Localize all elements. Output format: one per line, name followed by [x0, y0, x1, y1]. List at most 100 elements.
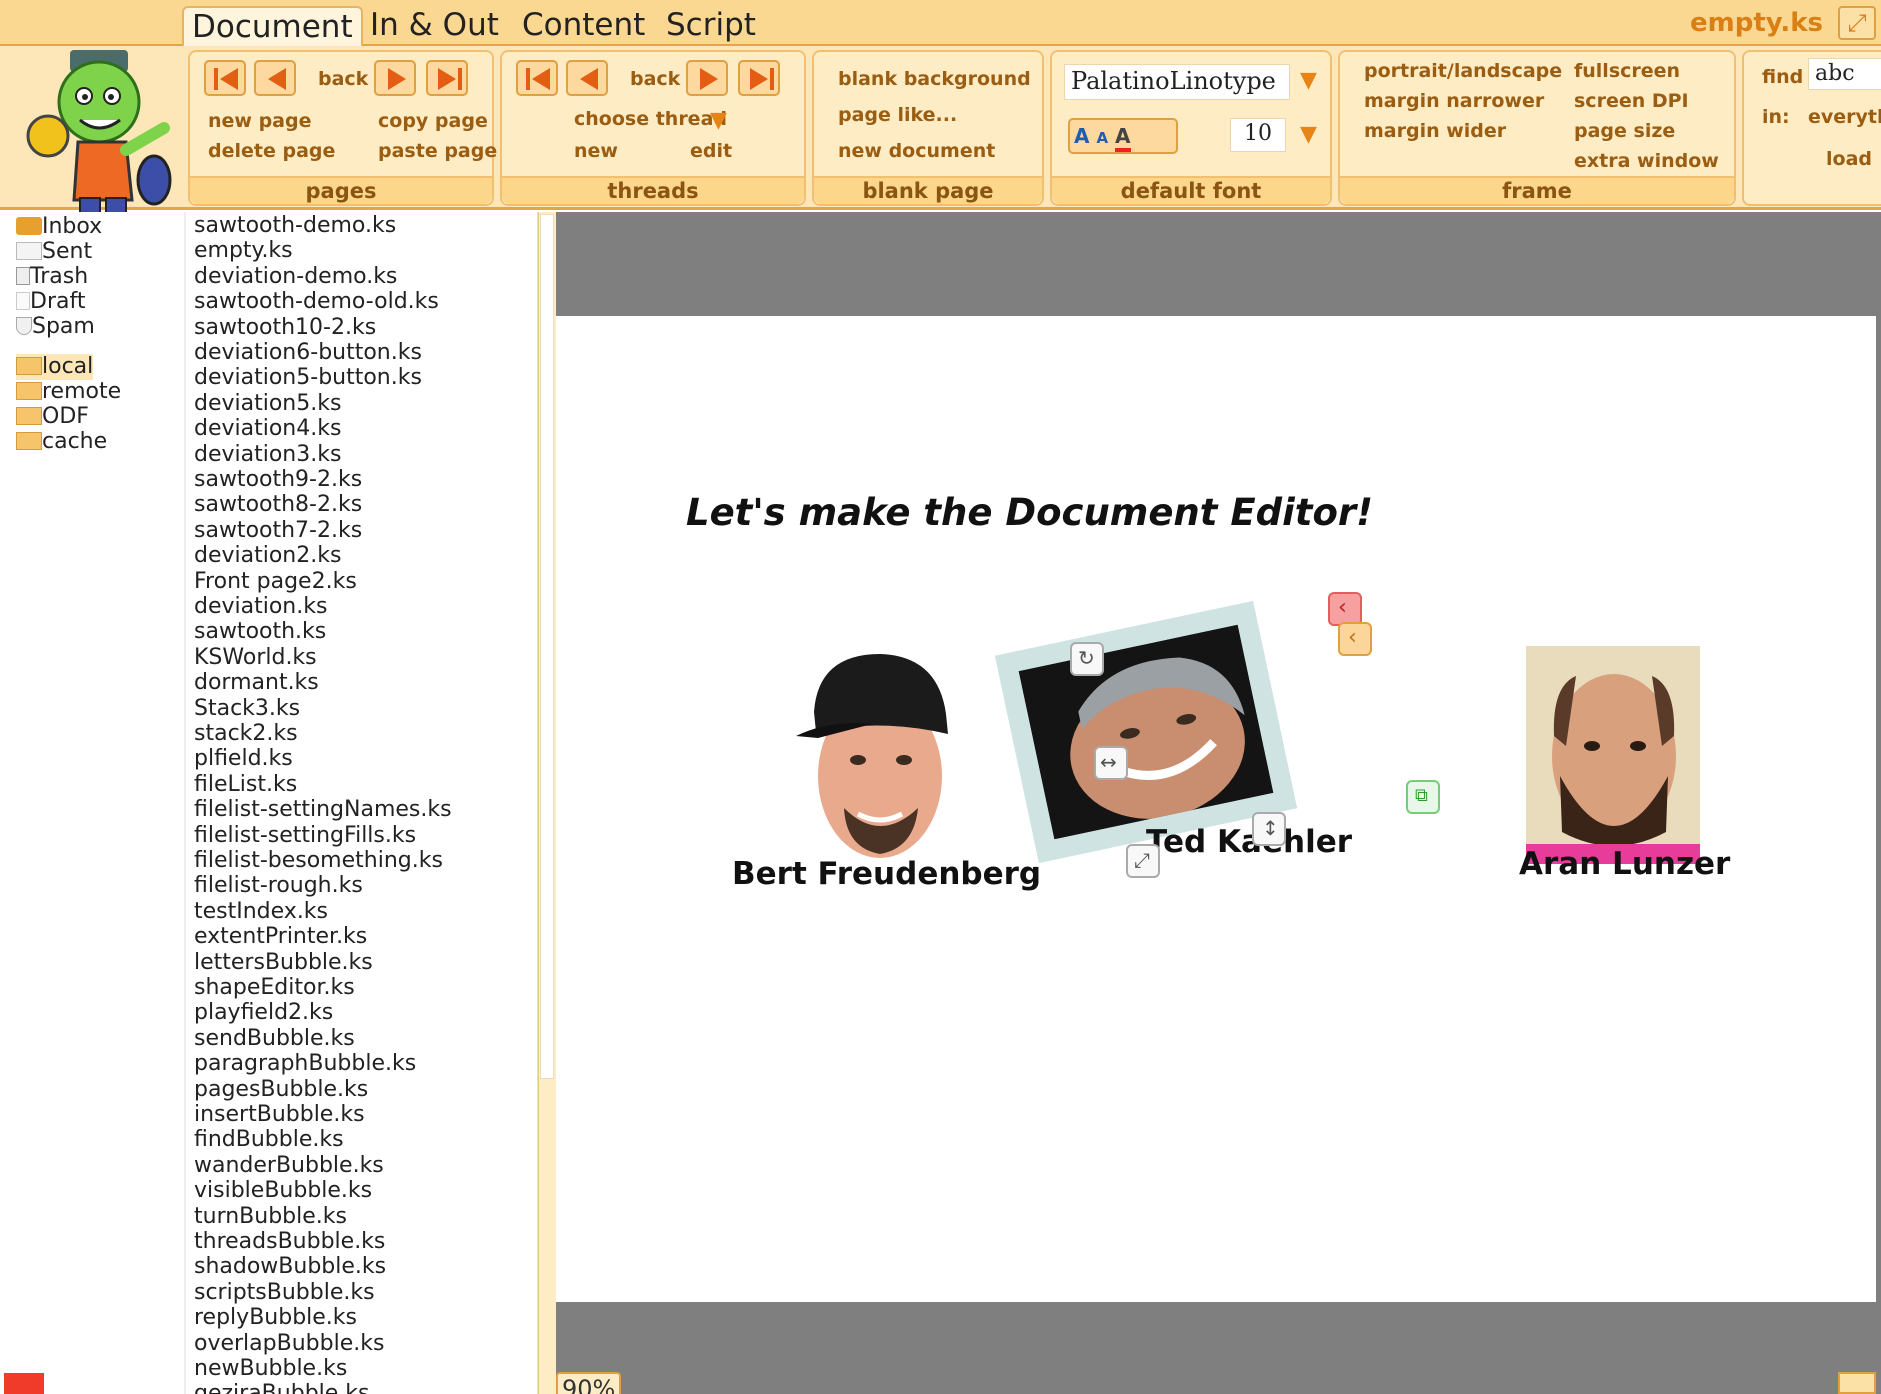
tab-content[interactable]: Content — [514, 6, 653, 46]
next-page-button[interactable] — [374, 60, 416, 96]
file-item[interactable]: findBubble.ks — [194, 1127, 344, 1153]
file-item[interactable]: visibleBubble.ks — [194, 1178, 372, 1204]
file-item[interactable]: insertBubble.ks — [194, 1102, 365, 1128]
file-item[interactable]: deviation2.ks — [194, 543, 341, 569]
font-smaller-icon[interactable]: A — [1096, 129, 1108, 147]
file-item[interactable]: deviation.ks — [194, 594, 327, 620]
file-item[interactable]: geziraBubble.ks — [194, 1381, 370, 1394]
file-item[interactable]: shapeEditor.ks — [194, 975, 355, 1001]
file-item[interactable]: wanderBubble.ks — [194, 1153, 384, 1179]
file-item[interactable]: deviation4.ks — [194, 416, 341, 442]
resize-corner-handle-icon[interactable]: ⤢ — [1126, 844, 1160, 878]
file-item[interactable]: deviation-demo.ks — [194, 264, 397, 290]
portrait-landscape-button[interactable]: portrait/landscape — [1364, 60, 1562, 82]
load-button[interactable]: load — [1826, 148, 1872, 170]
photo-ted[interactable] — [1018, 624, 1274, 840]
folder-cache[interactable]: cache — [16, 429, 107, 455]
last-page-button[interactable] — [426, 60, 468, 96]
file-item[interactable]: testIndex.ks — [194, 899, 328, 925]
pages-back-label[interactable]: back — [318, 68, 368, 90]
prev-thread-button[interactable] — [566, 60, 608, 96]
file-item[interactable]: sawtooth9-2.ks — [194, 467, 362, 493]
resize-height-handle-icon[interactable]: ↕ — [1252, 812, 1286, 846]
file-list-scrollbar[interactable] — [538, 212, 556, 1394]
file-item[interactable]: sawtooth10-2.ks — [194, 315, 376, 341]
tab-script[interactable]: Script — [658, 6, 764, 46]
page-like-button[interactable]: page like... — [838, 104, 957, 126]
close-handle-icon[interactable]: ‹ — [1328, 592, 1362, 626]
file-item[interactable]: sawtooth.ks — [194, 619, 326, 645]
font-color-icon[interactable]: A — [1115, 124, 1131, 152]
paste-page-button[interactable]: paste page — [378, 140, 497, 162]
find-scope-dropdown[interactable]: everyth — [1808, 106, 1881, 128]
file-item[interactable]: Stack3.ks — [194, 696, 300, 722]
fullscreen-button[interactable]: fullscreen — [1574, 60, 1680, 82]
last-thread-button[interactable] — [738, 60, 780, 96]
tab-in-out[interactable]: In & Out — [362, 6, 507, 46]
blank-background-button[interactable]: blank background — [838, 68, 1031, 90]
mailbox-inbox[interactable]: Inbox — [16, 214, 102, 240]
choose-thread-dropdown[interactable]: choose thread — [574, 108, 727, 130]
font-size-field[interactable]: 10 — [1230, 118, 1286, 152]
file-item[interactable]: playfield2.ks — [194, 1000, 333, 1026]
first-thread-button[interactable] — [516, 60, 558, 96]
file-item[interactable]: sawtooth8-2.ks — [194, 492, 362, 518]
mailbox-spam[interactable]: Spam — [16, 314, 95, 340]
margin-wider-button[interactable]: margin wider — [1364, 120, 1506, 142]
font-size-dropdown-icon[interactable]: ▼ — [1300, 122, 1317, 147]
document-page[interactable]: Let's make the Document Editor! Bert Fre… — [556, 316, 1876, 1302]
caption-bert[interactable]: Bert Freudenberg — [732, 856, 1041, 892]
mailbox-sent[interactable]: Sent — [16, 239, 92, 265]
threads-back-label[interactable]: back — [630, 68, 680, 90]
font-bigger-icon[interactable]: A — [1074, 124, 1089, 148]
edit-thread-button[interactable]: edit — [690, 140, 732, 162]
first-page-button[interactable] — [204, 60, 246, 96]
file-item[interactable]: deviation3.ks — [194, 442, 341, 468]
file-item[interactable]: filelist-settingFills.ks — [194, 823, 416, 849]
page-size-button[interactable]: page size — [1574, 120, 1675, 142]
folder-local[interactable]: local — [16, 354, 94, 380]
file-item[interactable]: Front page2.ks — [194, 569, 357, 595]
photo-aran[interactable] — [1526, 646, 1700, 864]
caption-ted[interactable]: Ted Kaehler — [1146, 824, 1352, 860]
file-item[interactable]: overlapBubble.ks — [194, 1331, 384, 1357]
font-name-field[interactable]: PalatinoLinotype — [1064, 64, 1290, 100]
file-item[interactable]: deviation6-button.ks — [194, 340, 422, 366]
folder-odf[interactable]: ODF — [16, 404, 89, 430]
expand-left-icon[interactable] — [4, 1373, 44, 1394]
file-item[interactable]: KSWorld.ks — [194, 645, 317, 671]
delete-page-button[interactable]: delete page — [208, 140, 335, 162]
copy-page-button[interactable]: copy page — [378, 110, 488, 132]
mailbox-trash[interactable]: Trash — [16, 264, 88, 290]
folder-remote[interactable]: remote — [16, 379, 121, 405]
file-item[interactable]: scriptsBubble.ks — [194, 1280, 375, 1306]
file-item[interactable]: sawtooth-demo.ks — [194, 213, 396, 239]
collapse-handle-icon[interactable]: ‹ — [1338, 622, 1372, 656]
file-item[interactable]: filelist-settingNames.ks — [194, 797, 452, 823]
caption-aran[interactable]: Aran Lunzer — [1519, 846, 1730, 882]
file-item[interactable]: deviation5-button.ks — [194, 365, 422, 391]
next-thread-button[interactable] — [686, 60, 728, 96]
margin-narrower-button[interactable]: margin narrower — [1364, 90, 1544, 112]
file-item[interactable]: pagesBubble.ks — [194, 1077, 368, 1103]
file-item[interactable]: filelist-besomething.ks — [194, 848, 443, 874]
font-style-buttons[interactable]: A A A — [1068, 118, 1178, 154]
file-item[interactable]: threadsBubble.ks — [194, 1229, 385, 1255]
screen-dpi-button[interactable]: screen DPI — [1574, 90, 1689, 112]
rotate-handle-icon[interactable]: ↻ — [1070, 642, 1104, 676]
file-item[interactable]: sawtooth-demo-old.ks — [194, 289, 439, 315]
file-item[interactable]: stack2.ks — [194, 721, 298, 747]
file-item[interactable]: fileList.ks — [194, 772, 297, 798]
font-name-dropdown-icon[interactable]: ▼ — [1300, 68, 1317, 93]
file-item[interactable]: replyBubble.ks — [194, 1305, 357, 1331]
scrollbar-thumb[interactable] — [540, 214, 554, 1079]
file-item[interactable]: sawtooth7-2.ks — [194, 518, 362, 544]
file-item[interactable]: shadowBubble.ks — [194, 1254, 386, 1280]
find-input[interactable]: abc — [1808, 58, 1881, 90]
file-item[interactable]: deviation5.ks — [194, 391, 341, 417]
file-item[interactable]: filelist-rough.ks — [194, 873, 363, 899]
expand-window-icon[interactable]: ⤢ — [1838, 6, 1876, 40]
new-thread-button[interactable]: new — [574, 140, 618, 162]
file-item[interactable]: turnBubble.ks — [194, 1204, 347, 1230]
file-item[interactable]: dormant.ks — [194, 670, 319, 696]
